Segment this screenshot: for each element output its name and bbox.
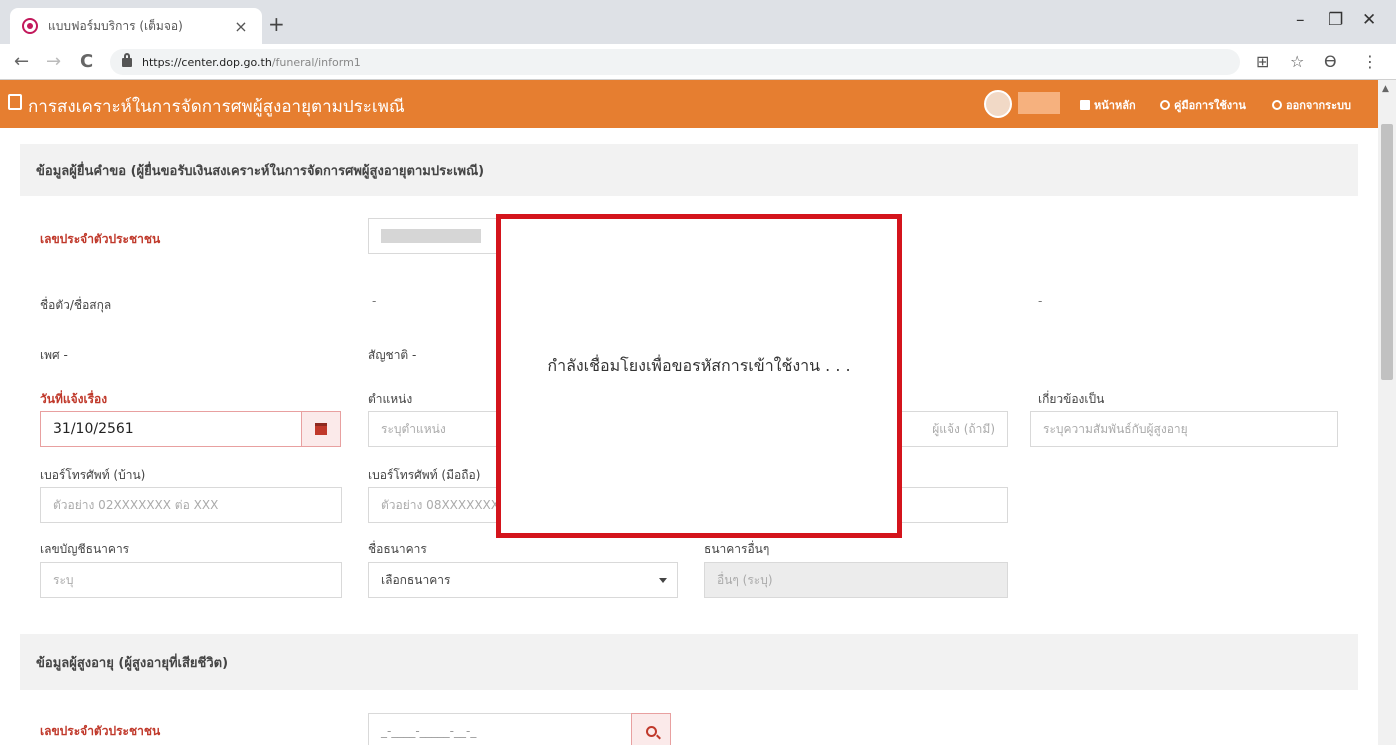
close-window-button[interactable]: ✕: [1362, 10, 1376, 30]
nav-logout-link[interactable]: ออกจากระบบ: [1272, 96, 1351, 114]
report-date-label: วันที่แจ้งเรื่อง: [40, 392, 108, 406]
browser-menu-icon[interactable]: ⋮: [1362, 52, 1378, 71]
dropdown-caret-icon: [659, 578, 667, 583]
applicant-sex-label: เพศ -: [40, 348, 68, 362]
lock-icon: [122, 52, 132, 67]
applicant-name-value-right: -: [1038, 294, 1043, 308]
calendar-icon: [315, 423, 327, 435]
calendar-button[interactable]: [301, 411, 341, 447]
applicant-section-title: ข้อมูลผู้ยื่นคำขอ (ผู้ยื่นขอรับเงินสงเคร…: [36, 163, 485, 179]
app-title: การสงเคราะห์ในการจัดการศพผู้สูงอายุตามปร…: [28, 97, 405, 117]
minimize-button[interactable]: –: [1296, 10, 1305, 30]
bank-name-value: เลือกธนาคาร: [381, 572, 451, 587]
elder-id-input[interactable]: _-____-_____-__-_: [368, 713, 632, 745]
new-tab-button[interactable]: +: [268, 12, 285, 36]
app-header: การสงเคราะห์ในการจัดการศพผู้สูงอายุตามปร…: [0, 80, 1378, 128]
url-path: /funeral/inform1: [271, 55, 361, 69]
bookmark-star-icon[interactable]: ☆: [1290, 52, 1304, 71]
relation-placeholder: ระบุความสัมพันธ์กับผู้สูงอายุ: [1043, 421, 1188, 436]
elder-search-button[interactable]: [631, 713, 671, 745]
elder-section-title: ข้อมูลผู้สูงอายุ (ผู้สูงอายุที่เสียชีวิต…: [36, 655, 229, 671]
redacted-id: [381, 229, 481, 243]
other-bank-input: อื่นๆ (ระบุ): [704, 562, 1008, 598]
position-label: ตำแหน่ง: [368, 392, 413, 406]
elder-id-placeholder: _-____-_____-__-_: [381, 724, 477, 738]
applicant-id-label: เลขประจำตัวประชาชน: [40, 232, 161, 246]
home-phone-label: เบอร์โทรศัพท์ (บ้าน): [40, 468, 146, 482]
applicant-id-input[interactable]: [368, 218, 500, 254]
browser-tab[interactable]: แบบฟอร์มบริการ (เต็มจอ) ×: [10, 8, 262, 44]
tab-title: แบบฟอร์มบริการ (เต็มจอ): [48, 18, 183, 33]
mobile-phone-placeholder: ตัวอย่าง 08XXXXXXXX: [381, 497, 508, 512]
page-scrollbar[interactable]: ▲: [1378, 80, 1396, 745]
mobile-phone-label: เบอร์โทรศัพท์ (มือถือ): [368, 468, 481, 482]
url-host: https://center.dop.go.th: [142, 55, 272, 69]
bank-account-input[interactable]: ระบุ: [40, 562, 342, 598]
user-name-redacted: [1018, 92, 1060, 114]
nav-manual-label: คู่มือการใช้งาน: [1174, 99, 1246, 112]
home-phone-input[interactable]: ตัวอย่าง 02XXXXXXX ต่อ XXX: [40, 487, 342, 523]
bank-account-placeholder: ระบุ: [53, 572, 74, 587]
applicant-name-label: ชื่อตัว/ชื่อสกุล: [40, 298, 112, 312]
loading-message: กำลังเชื่อมโยงเพื่อขอรหัสการเข้าใช้งาน .…: [547, 355, 851, 375]
applicant-section-header: ข้อมูลผู้ยื่นคำขอ (ผู้ยื่นขอรับเงินสงเคร…: [20, 144, 1358, 196]
nav-home-label: หน้าหลัก: [1094, 99, 1136, 112]
tab-close-button[interactable]: ×: [232, 17, 250, 36]
favicon-icon: [22, 18, 38, 34]
search-icon: [645, 725, 657, 737]
nav-home-link[interactable]: หน้าหลัก: [1080, 96, 1136, 114]
report-date-input[interactable]: 31/10/2561: [40, 411, 302, 447]
nav-logout-label: ออกจากระบบ: [1286, 99, 1351, 112]
bookmark-icon: [8, 94, 22, 110]
avatar[interactable]: [984, 90, 1012, 118]
manual-icon: [1160, 100, 1170, 110]
elder-id-label: เลขประจำตัวประชาชน: [40, 724, 161, 738]
home-phone-placeholder: ตัวอย่าง 02XXXXXXX ต่อ XXX: [53, 497, 219, 512]
applicant-nationality-label: สัญชาติ -: [368, 348, 417, 362]
bank-name-select[interactable]: เลือกธนาคาร: [368, 562, 678, 598]
scrollbar-thumb[interactable]: [1381, 124, 1393, 380]
position-suffix: ผู้แจ้ง (ถ้ามี): [932, 421, 995, 436]
translate-icon[interactable]: ⊞: [1256, 52, 1269, 71]
loading-dialog: กำลังเชื่อมโยงเพื่อขอรหัสการเข้าใช้งาน .…: [496, 214, 902, 538]
applicant-name-value: -: [372, 294, 377, 308]
account-icon[interactable]: ϴ: [1324, 52, 1337, 71]
home-icon: [1080, 100, 1090, 110]
report-date-value: 31/10/2561: [53, 421, 134, 437]
relation-input[interactable]: ระบุความสัมพันธ์กับผู้สูงอายุ: [1030, 411, 1338, 447]
elder-section-header: ข้อมูลผู้สูงอายุ (ผู้สูงอายุที่เสียชีวิต…: [20, 634, 1358, 690]
reload-button[interactable]: C: [80, 51, 93, 72]
position-placeholder: ระบุตำแหน่ง: [381, 421, 446, 436]
scroll-up-arrow-icon[interactable]: ▲: [1382, 84, 1389, 94]
nav-manual-link[interactable]: คู่มือการใช้งาน: [1160, 96, 1246, 114]
bank-name-label: ชื่อธนาคาร: [368, 542, 427, 556]
bank-account-label: เลขบัญชีธนาคาร: [40, 542, 130, 556]
url-input[interactable]: https://center.dop.go.th /funeral/inform…: [110, 49, 1240, 75]
forward-button[interactable]: →: [46, 51, 61, 72]
relation-label: เกี่ยวข้องเป็น: [1038, 392, 1105, 406]
maximize-button[interactable]: ❐: [1328, 10, 1343, 30]
other-bank-label: ธนาคารอื่นๆ: [704, 542, 770, 556]
back-button[interactable]: ←: [14, 51, 29, 72]
other-bank-placeholder: อื่นๆ (ระบุ): [717, 572, 773, 587]
logout-icon: [1272, 100, 1282, 110]
browser-tab-bar: แบบฟอร์มบริการ (เต็มจอ) × + – ❐ ✕: [0, 0, 1396, 44]
address-bar-row: ← → C https://center.dop.go.th /funeral/…: [0, 44, 1396, 80]
